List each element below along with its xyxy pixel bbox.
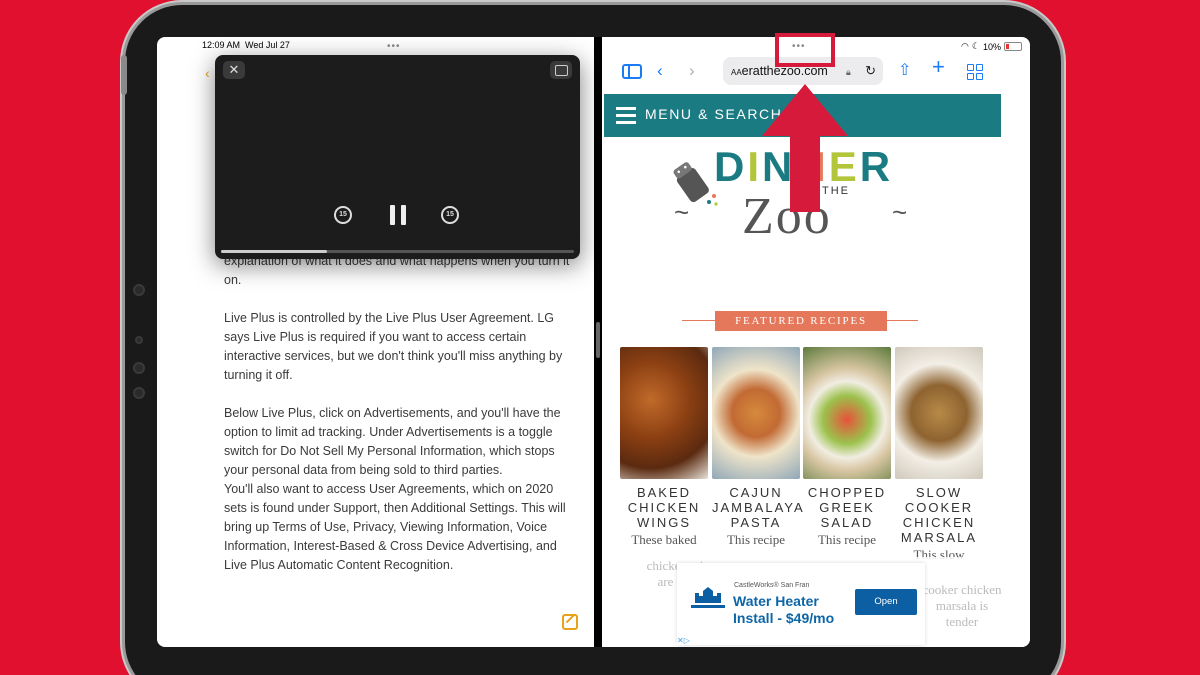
logo-letter: R — [859, 143, 894, 190]
status-icons: ◠ ☾ 10% — [961, 41, 1022, 52]
split-view-handle[interactable] — [596, 322, 600, 358]
article-paragraph: Live Plus is controlled by the Live Plus… — [224, 311, 563, 382]
moon-icon: ☾ — [971, 41, 980, 51]
video-progress-bar[interactable] — [221, 250, 574, 253]
article-paragraph: You'll also want to access User Agreemen… — [224, 482, 566, 572]
chevron-left-icon[interactable]: ‹ — [205, 65, 210, 81]
logo-swirl-left: ~ — [674, 197, 690, 227]
picture-in-picture-player[interactable]: ✕ 15 15 — [215, 55, 580, 259]
recipe-title[interactable]: BAKED CHICKEN WINGS — [620, 485, 708, 530]
recipe-card[interactable]: CAJUN JAMBALAYA PASTA This recipe — [712, 347, 803, 548]
hamburger-menu-icon[interactable] — [616, 105, 636, 125]
ad-open-button[interactable]: Open — [855, 589, 917, 615]
article-paragraph: Below Live Plus, click on Advertisements… — [224, 406, 561, 477]
recipe-image-wings[interactable] — [620, 347, 708, 479]
recipe-excerpt: These baked — [631, 532, 697, 547]
back-icon[interactable]: ‹ — [657, 61, 663, 81]
recipe-image-greek-salad[interactable] — [803, 347, 891, 479]
skip-forward-15-icon[interactable]: 15 — [441, 206, 459, 224]
recipe-faded-text: cooker chicken marsala is tender — [922, 582, 1002, 629]
sensor-dot — [133, 387, 145, 399]
tabs-overview-icon[interactable] — [967, 64, 984, 81]
status-time: 12:09 AM — [202, 40, 241, 50]
camera-dot — [133, 284, 145, 296]
logo-swirl-right: ~ — [892, 197, 908, 227]
status-time-date: 12:09 AM Wed Jul 27 — [202, 40, 290, 50]
recipe-card[interactable]: SLOW COOKER CHICKEN MARSALA This slow — [895, 347, 983, 563]
lock-icon: 🔒︎ — [846, 67, 851, 77]
recipe-card[interactable]: BAKED CHICKEN WINGS These baked — [620, 347, 708, 548]
recipe-excerpt: This recipe — [726, 532, 786, 547]
expand-pip-icon[interactable] — [550, 61, 572, 79]
castleworks-logo-icon — [691, 587, 725, 608]
logo-letter: I — [747, 143, 763, 190]
reload-icon[interactable]: ↻ — [865, 57, 876, 85]
compose-icon[interactable] — [562, 614, 578, 630]
annotation-arrow-head — [762, 84, 848, 136]
sensor-dot — [133, 362, 145, 374]
recipe-image-jambalaya[interactable] — [712, 347, 800, 479]
ad-sponsor: CastleWorks® San Fran — [734, 582, 810, 589]
featured-recipes-label: FEATURED RECIPES — [715, 311, 887, 331]
recipe-title[interactable]: CAJUN JAMBALAYA PASTA — [712, 485, 803, 530]
annotation-highlight-box — [775, 33, 835, 67]
multitask-dots-left[interactable]: ••• — [387, 41, 401, 52]
volume-button — [121, 55, 127, 95]
ad-title[interactable]: Water Heater Install - $49/mo — [733, 593, 853, 627]
skip-back-15-icon[interactable]: 15 — [334, 206, 352, 224]
pause-icon[interactable] — [390, 205, 406, 225]
recipe-title[interactable]: SLOW COOKER CHICKEN MARSALA — [895, 485, 983, 545]
annotation-arrow-shaft — [790, 130, 820, 212]
close-icon[interactable]: ✕ — [223, 61, 245, 79]
recipe-excerpt: This recipe — [817, 532, 877, 547]
adchoices-icon[interactable]: ✕▷ — [677, 636, 690, 645]
wifi-icon: ◠ — [961, 41, 969, 51]
battery-percent: 10% — [982, 41, 1001, 52]
share-icon[interactable]: ⇧ — [898, 61, 911, 81]
salt-shaker-logo-icon — [673, 162, 718, 206]
status-date: Wed Jul 27 — [245, 40, 290, 50]
reader-text-size-icon[interactable]: AA — [731, 68, 742, 77]
new-tab-plus-icon[interactable]: + — [932, 56, 945, 78]
recipe-title[interactable]: CHOPPED GREEK SALAD — [803, 485, 891, 530]
article-body: explanation of what it does and what hap… — [224, 252, 574, 594]
left-app-pane[interactable]: 12:09 AM Wed Jul 27 ••• ‹ explanation of… — [157, 37, 594, 647]
banner-ad[interactable]: CastleWorks® San Fran Water Heater Insta… — [677, 563, 925, 645]
logo-letter: E — [828, 143, 860, 190]
battery-icon — [1004, 42, 1022, 51]
sensor-dot — [135, 336, 143, 344]
ipad-screen: 12:09 AM Wed Jul 27 ••• ‹ explanation of… — [157, 37, 1030, 647]
forward-icon[interactable]: › — [689, 61, 695, 81]
recipe-image-chicken-marsala[interactable] — [895, 347, 983, 479]
sidebar-icon[interactable] — [622, 64, 642, 79]
video-progress-fill — [221, 250, 327, 253]
logo-letter: D — [714, 143, 748, 190]
recipe-card[interactable]: CHOPPED GREEK SALAD This recipe — [803, 347, 891, 548]
